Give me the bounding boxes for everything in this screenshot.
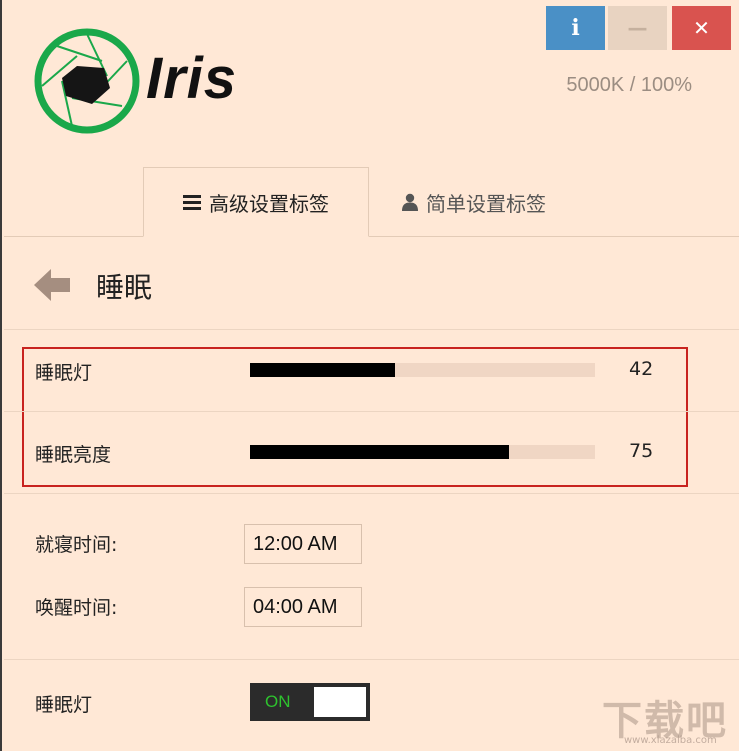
sleep-light-label: 睡眠灯 [35, 362, 93, 384]
wake-time-input[interactable]: 04:00 AM [244, 587, 362, 627]
close-icon: ✕ [693, 16, 710, 40]
tab-advanced-settings[interactable]: 高级设置标签 [143, 167, 369, 237]
sleep-light-value: 42 [629, 358, 654, 380]
sleep-brightness-value: 75 [629, 440, 654, 462]
color-temperature-status: 5000K / 100% [566, 74, 692, 96]
info-button[interactable]: i [546, 6, 605, 50]
tab-label: 高级设置标签 [209, 191, 329, 216]
tab-simple-settings[interactable]: 简单设置标签 [402, 167, 582, 237]
iris-window: i — ✕ Iris 5000K / 100% 高级设置标签 简单设置标签 睡眠… [0, 0, 739, 751]
toggle-state: ON [265, 692, 291, 711]
tabs-divider [4, 236, 739, 237]
tab-label: 简单设置标签 [426, 191, 546, 216]
sleep-brightness-label: 睡眠亮度 [35, 444, 112, 466]
minimize-icon: — [627, 16, 648, 40]
menu-icon [183, 195, 201, 210]
minimize-button[interactable]: — [608, 6, 667, 50]
sleep-light-toggle-label: 睡眠灯 [35, 694, 93, 716]
row-divider [4, 411, 739, 412]
bedtime-label: 就寝时间: [35, 534, 118, 556]
slider-fill [250, 445, 509, 459]
row-divider [4, 493, 739, 494]
slider-fill [250, 363, 395, 377]
bedtime-input[interactable]: 12:00 AM [244, 524, 362, 564]
app-logo-text: Iris [146, 46, 238, 111]
sleep-brightness-slider[interactable] [250, 445, 595, 459]
row-divider [4, 659, 739, 660]
section-divider [4, 329, 739, 330]
sleep-light-slider[interactable] [250, 363, 595, 377]
wake-time-label: 唤醒时间: [35, 597, 118, 619]
info-icon: i [571, 15, 580, 41]
section-title: 睡眠 [96, 271, 153, 304]
aperture-icon [34, 28, 140, 134]
close-button[interactable]: ✕ [672, 6, 731, 50]
toggle-knob [314, 687, 366, 717]
user-icon [402, 193, 418, 211]
arrow-left-icon[interactable] [34, 266, 72, 304]
watermark-url: www.xiazaiba.com [624, 735, 717, 746]
sleep-light-toggle[interactable]: ON [250, 683, 370, 721]
